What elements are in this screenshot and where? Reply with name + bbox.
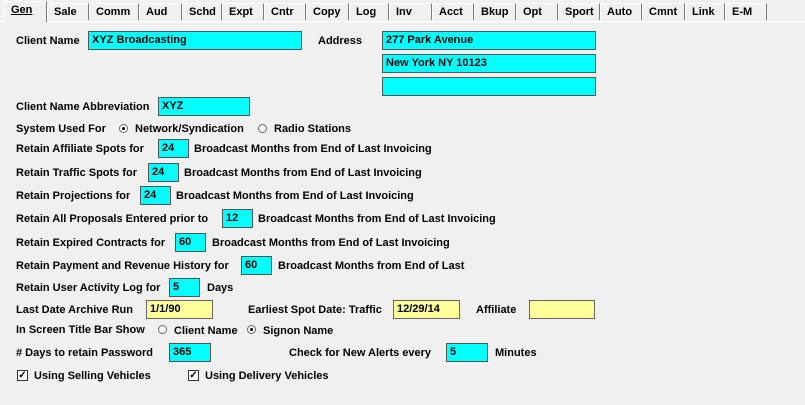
delivery-vehicles-label: Using Delivery Vehicles bbox=[205, 370, 329, 382]
system-label: System Used For bbox=[16, 123, 106, 135]
retain-activity-field[interactable]: 5 bbox=[169, 278, 200, 297]
tab-schd[interactable]: Schd bbox=[182, 3, 222, 20]
tab-cntr[interactable]: Cntr bbox=[264, 3, 306, 20]
network-radio[interactable] bbox=[119, 124, 128, 133]
tab-opt[interactable]: Opt bbox=[516, 3, 558, 20]
tab-divider bbox=[0, 21, 805, 22]
client-name-option-label: Client Name bbox=[174, 325, 238, 337]
address-line1-field[interactable]: 277 Park Avenue bbox=[382, 31, 596, 50]
tab-expt[interactable]: Expt bbox=[222, 3, 264, 20]
tab-link[interactable]: Link bbox=[685, 3, 725, 20]
address-line2-field[interactable]: New York NY 10123 bbox=[382, 54, 596, 73]
retain-traffic-label: Retain Traffic Spots for bbox=[16, 167, 138, 179]
retain-payment-suffix: Broadcast Months from End of Last bbox=[278, 260, 465, 272]
earliest-spot-label: Earliest Spot Date: Traffic bbox=[248, 304, 382, 316]
delivery-vehicles-checkbox[interactable]: ✓ bbox=[188, 370, 199, 381]
retain-projections-suffix: Broadcast Months from End of Last Invoic… bbox=[176, 190, 414, 202]
retain-affiliate-label: Retain Affiliate Spots for bbox=[16, 143, 144, 155]
tab-log[interactable]: Log bbox=[349, 3, 389, 20]
tab-em[interactable]: E-M bbox=[725, 3, 767, 20]
selling-vehicles-checkbox[interactable]: ✓ bbox=[17, 370, 28, 381]
tab-inv[interactable]: Inv bbox=[389, 3, 432, 20]
alerts-unit-label: Minutes bbox=[495, 347, 537, 359]
tab-bar: Gen Sale Comm Aud Schd Expt Cntr Copy Lo… bbox=[0, 0, 805, 24]
earliest-spot-affiliate-field[interactable] bbox=[529, 300, 595, 319]
password-days-field[interactable]: 365 bbox=[169, 343, 211, 362]
tab-cmnt[interactable]: Cmnt bbox=[642, 3, 685, 20]
retain-contracts-suffix: Broadcast Months from End of Last Invoic… bbox=[212, 237, 450, 249]
retain-traffic-suffix: Broadcast Months from End of Last Invoic… bbox=[184, 167, 422, 179]
client-name-radio[interactable] bbox=[158, 325, 167, 334]
last-archive-label: Last Date Archive Run bbox=[16, 304, 133, 316]
password-days-label: # Days to retain Password bbox=[16, 347, 153, 359]
retain-affiliate-field[interactable]: 24 bbox=[158, 139, 189, 158]
retain-payment-label: Retain Payment and Revenue History for bbox=[16, 260, 229, 272]
radio-stations-label: Radio Stations bbox=[274, 123, 352, 135]
tab-copy[interactable]: Copy bbox=[306, 3, 349, 20]
client-name-label: Client Name bbox=[16, 35, 80, 47]
signon-name-option-label: Signon Name bbox=[263, 325, 334, 337]
abbrev-field[interactable]: XYZ bbox=[158, 97, 250, 116]
last-archive-field[interactable]: 1/1/90 bbox=[146, 300, 213, 319]
alerts-minutes-field[interactable]: 5 bbox=[446, 343, 488, 362]
affiliate-label: Affiliate bbox=[476, 304, 517, 316]
selling-vehicles-label: Using Selling Vehicles bbox=[34, 370, 151, 382]
radio-stations-radio[interactable] bbox=[258, 124, 267, 133]
network-label: Network/Syndication bbox=[135, 123, 244, 135]
tab-bkup[interactable]: Bkup bbox=[474, 3, 516, 20]
retain-payment-field[interactable]: 60 bbox=[241, 256, 272, 275]
retain-projections-label: Retain Projections for bbox=[16, 190, 131, 202]
alerts-label: Check for New Alerts every bbox=[289, 347, 432, 359]
tab-aud[interactable]: Aud bbox=[139, 3, 182, 20]
client-name-field[interactable]: XYZ Broadcasting bbox=[88, 31, 302, 50]
tab-comm[interactable]: Comm bbox=[89, 3, 139, 20]
tab-acct[interactable]: Acct bbox=[432, 3, 474, 20]
retain-contracts-label: Retain Expired Contracts for bbox=[16, 237, 166, 249]
retain-activity-suffix: Days bbox=[207, 282, 234, 294]
retain-activity-label: Retain User Activity Log for bbox=[16, 282, 161, 294]
title-bar-label: In Screen Title Bar Show bbox=[16, 324, 145, 336]
abbrev-label: Client Name Abbreviation bbox=[16, 101, 150, 113]
tab-gen[interactable]: Gen bbox=[4, 1, 47, 22]
earliest-spot-traffic-field[interactable]: 12/29/14 bbox=[393, 300, 460, 319]
address-label: Address bbox=[318, 35, 363, 47]
retain-projections-field[interactable]: 24 bbox=[140, 186, 171, 205]
retain-proposals-suffix: Broadcast Months from End of Last Invoic… bbox=[258, 213, 496, 225]
tab-sport[interactable]: Sport bbox=[558, 3, 600, 20]
retain-proposals-field[interactable]: 12 bbox=[222, 209, 253, 228]
tab-auto[interactable]: Auto bbox=[600, 3, 642, 20]
retain-contracts-field[interactable]: 60 bbox=[175, 233, 206, 252]
signon-name-radio[interactable] bbox=[247, 325, 256, 334]
retain-traffic-field[interactable]: 24 bbox=[148, 163, 179, 182]
address-line3-field[interactable] bbox=[382, 77, 596, 96]
retain-proposals-label: Retain All Proposals Entered prior to bbox=[16, 213, 209, 225]
retain-affiliate-suffix: Broadcast Months from End of Last Invoic… bbox=[194, 143, 432, 155]
tab-sale[interactable]: Sale bbox=[47, 3, 89, 20]
